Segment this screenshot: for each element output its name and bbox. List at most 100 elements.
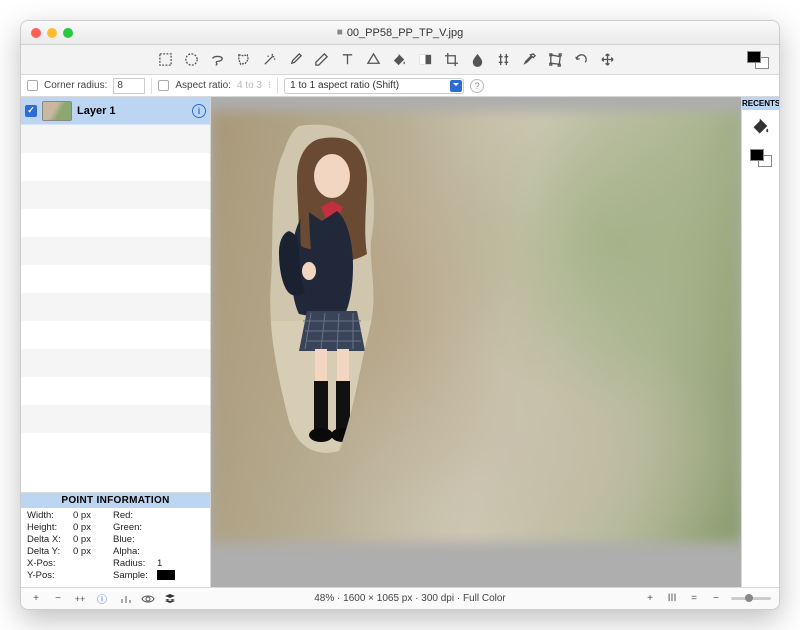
titlebar: ■ 00_PP58_PP_TP_V.jpg [21,21,779,45]
corner-radius-input[interactable]: 8 [113,78,145,94]
eyedropper-tool-icon[interactable] [519,50,539,70]
alpha-value [157,546,193,557]
add-layer-button[interactable]: + [29,592,43,606]
zoom-in-button[interactable]: + [643,592,657,606]
magic-wand-tool-icon[interactable] [259,50,279,70]
green-value [157,522,193,533]
layer-info-button[interactable]: i [192,104,206,118]
traffic-lights [31,28,73,38]
layers-stack-icon[interactable] [163,592,177,606]
deltay-label: Delta Y: [27,546,69,557]
zoom-out-button[interactable]: − [709,592,723,606]
view-controls [119,592,177,606]
duplicate-layer-button[interactable]: ++ [73,592,87,606]
foreground-color[interactable] [747,51,761,63]
layer-info-icon[interactable]: ⓘ [95,592,109,606]
height-value: 0 px [73,522,109,533]
alpha-label: Alpha: [113,546,153,557]
minimize-button[interactable] [47,28,57,38]
close-button[interactable] [31,28,41,38]
blur-tool-icon[interactable] [467,50,487,70]
canvas-image[interactable] [211,111,741,542]
modified-indicator: ■ [337,27,343,38]
status-info: 48% · 1600 × 1065 px · 300 dpi · Full Co… [187,593,633,604]
zoom-level: 48% [314,593,334,604]
aspect-stepper-icon[interactable]: ⁝ [268,80,271,91]
height-label: Height: [27,522,69,533]
layer-thumbnail[interactable] [42,101,72,121]
corner-radius-checkbox[interactable] [27,80,38,91]
aspect-label: Aspect ratio: [175,80,231,91]
aspect-preset-dropdown[interactable]: 1 to 1 aspect ratio (Shift) [284,78,464,94]
image-dimensions: 1600 × 1065 px [343,593,412,604]
layer-visibility-checkbox[interactable]: ✓ [25,105,37,117]
status-bar: + − ++ ⓘ 48% · 1600 × 1065 px · 300 dpi … [21,587,779,609]
canvas-viewport [211,97,741,587]
layer-row[interactable]: ✓ Layer 1 i [21,97,210,125]
fill-tool-icon[interactable] [389,50,409,70]
rect-select-tool-icon[interactable] [155,50,175,70]
ellipse-select-tool-icon[interactable] [181,50,201,70]
brush-tool-icon[interactable] [285,50,305,70]
recent-fill-tool-icon[interactable] [747,114,775,138]
ypos-label: Y-Pos: [27,570,69,583]
radius-label: Radius: [113,558,153,569]
text-tool-icon[interactable] [337,50,357,70]
gradient-tool-icon[interactable] [415,50,435,70]
pencil-tool-icon[interactable] [311,50,331,70]
ypos-value [73,570,109,583]
canvas-area[interactable] [211,97,741,587]
polygon-lasso-tool-icon[interactable] [233,50,253,70]
layers-panel: ✓ Layer 1 i POINT INFORMATION Width: 0 p… [21,97,211,587]
zoom-slider[interactable] [731,597,771,600]
corner-radius-label: Corner radius: [44,80,107,91]
green-label: Green: [113,522,153,533]
point-info-header: POINT INFORMATION [21,493,210,508]
deltax-label: Delta X: [27,534,69,545]
help-button[interactable]: ? [470,79,484,93]
blue-label: Blue: [113,534,153,545]
main-toolbar [21,45,779,75]
deltay-value: 0 px [73,546,109,557]
transform-tool-icon[interactable] [545,50,565,70]
levels-icon[interactable] [119,592,133,606]
layer-name: Layer 1 [77,105,116,117]
document-title: 00_PP58_PP_TP_V.jpg [347,27,463,39]
radius-value: 1 [157,558,193,569]
shape-tool-icon[interactable] [363,50,383,70]
aspect-checkbox[interactable] [158,80,169,91]
visibility-icon[interactable] [141,592,155,606]
fit-button[interactable]: = [687,592,701,606]
zoom-button[interactable] [63,28,73,38]
aspect-value: 4 to 3 [237,80,262,91]
crop-tool-icon[interactable] [441,50,461,70]
sample-label: Sample: [113,570,153,583]
recents-header: RECENTS [742,97,779,110]
aspect-preset-value: 1 to 1 aspect ratio (Shift) [290,80,399,91]
window-title: ■ 00_PP58_PP_TP_V.jpg [337,27,463,39]
blue-value [157,534,193,545]
color-swatch[interactable] [747,51,769,69]
red-value [157,510,193,521]
align-tool-icon[interactable] [493,50,513,70]
workspace: ✓ Layer 1 i POINT INFORMATION Width: 0 p… [21,97,779,587]
actual-size-button[interactable]: ⅠⅠⅠ [665,592,679,606]
xpos-value [73,558,109,569]
subject-cutout [259,121,414,461]
xpos-label: X-Pos: [27,558,69,569]
red-label: Red: [113,510,153,521]
width-label: Width: [27,510,69,521]
layers-list: ✓ Layer 1 i [21,97,210,492]
sample-swatch [157,570,193,583]
lasso-tool-icon[interactable] [207,50,227,70]
point-information-panel: POINT INFORMATION Width: 0 px Red: Heigh… [21,492,210,587]
layer-controls: + − ++ ⓘ [29,592,109,606]
move-tool-icon[interactable] [597,50,617,70]
remove-layer-button[interactable]: − [51,592,65,606]
recent-color-swatch[interactable] [747,146,775,170]
option-bar: Corner radius: 8 Aspect ratio: 4 to 3 ⁝ … [21,75,779,97]
zoom-controls: + ⅠⅠⅠ = − [643,592,771,606]
width-value: 0 px [73,510,109,521]
rotate-tool-icon[interactable] [571,50,591,70]
recents-panel: RECENTS [741,97,779,587]
